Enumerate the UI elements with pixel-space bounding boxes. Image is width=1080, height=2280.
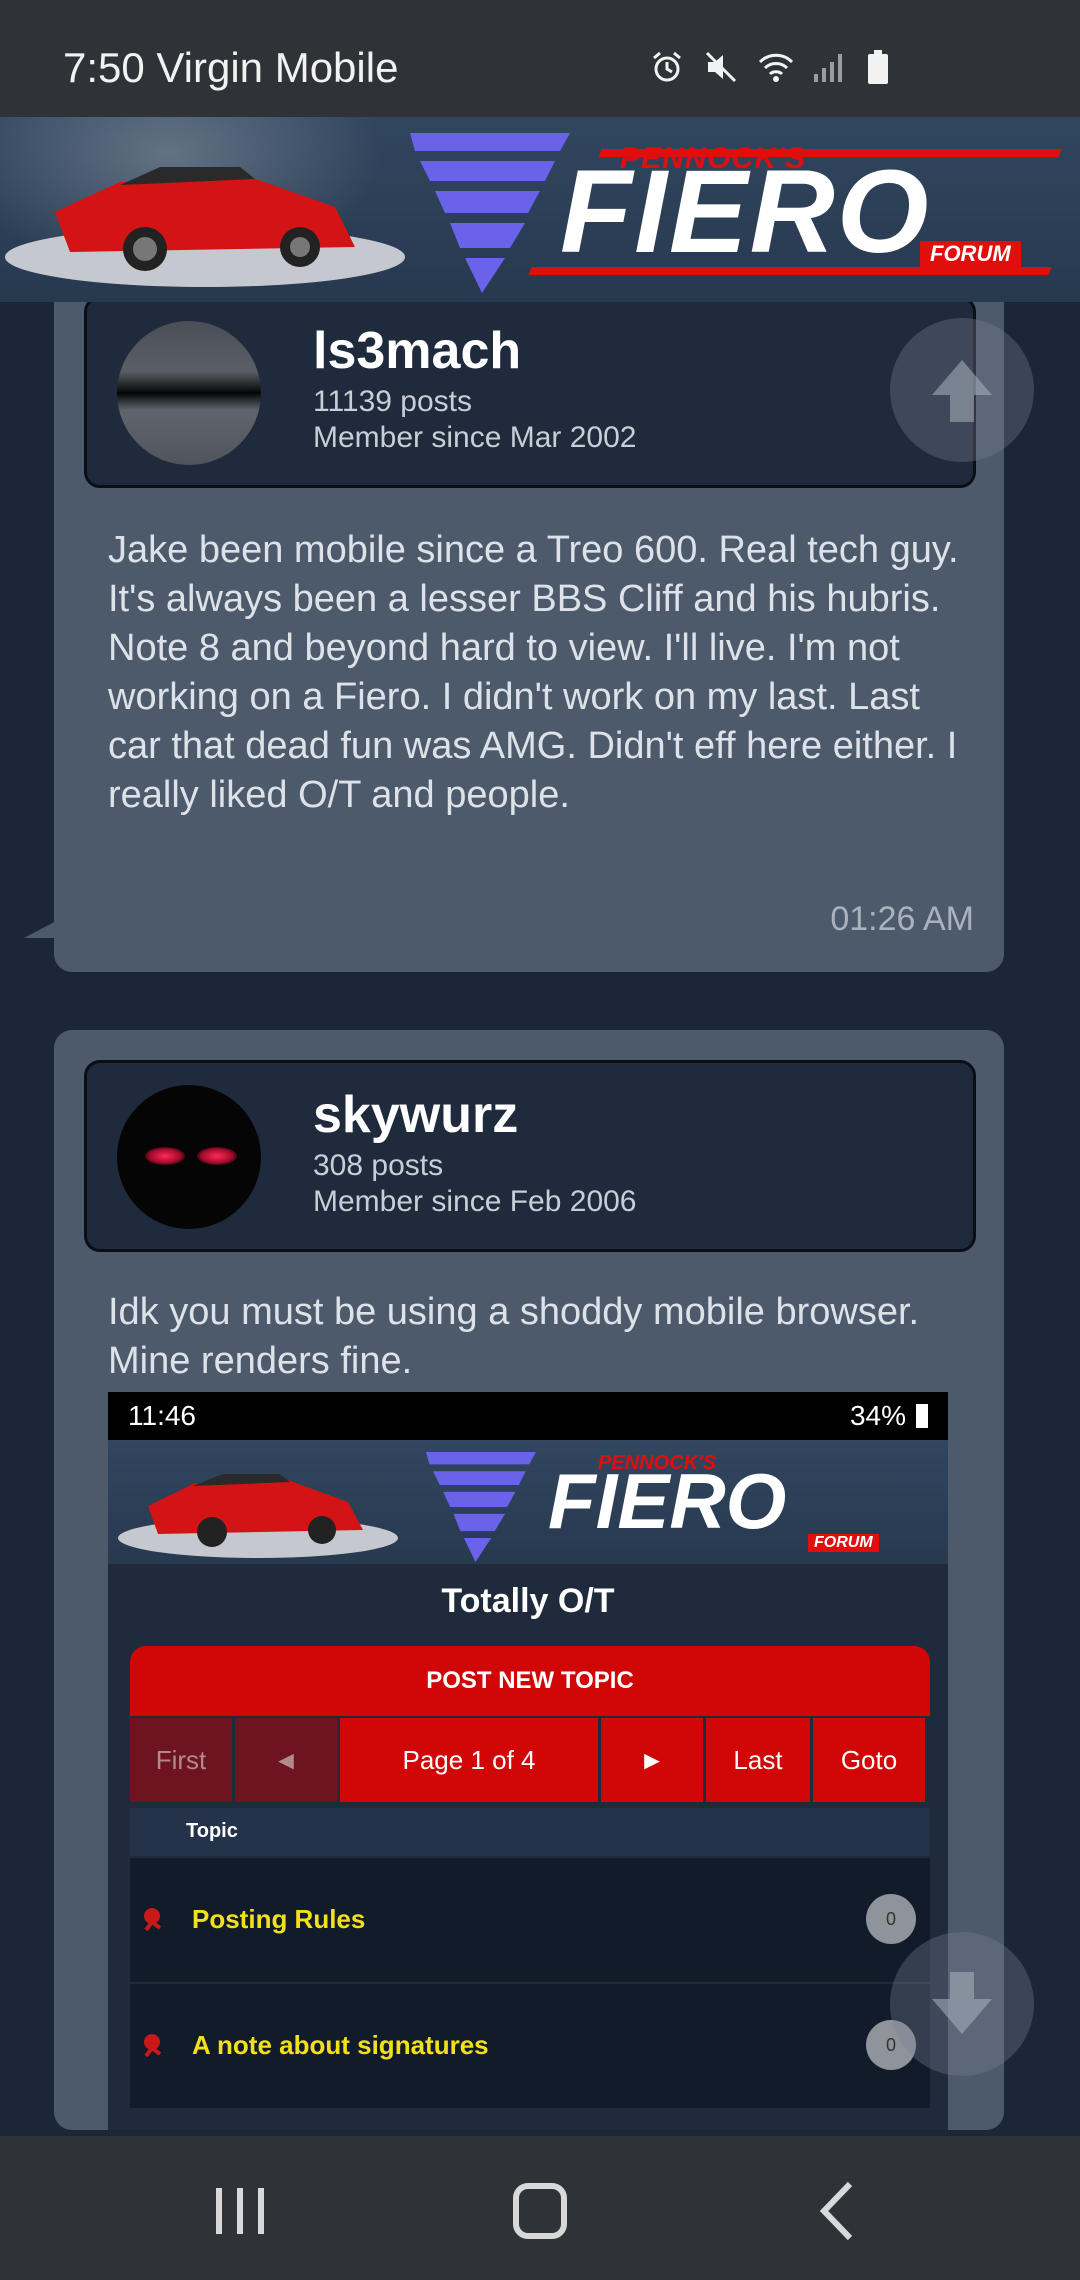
post-tail xyxy=(24,920,58,938)
embedded-brand-forum: FORUM xyxy=(808,1534,879,1552)
member-since: Member since Mar 2002 xyxy=(313,421,637,454)
embedded-topic-header: Topic xyxy=(130,1808,930,1856)
embedded-pager-first: First xyxy=(130,1718,232,1802)
scroll-down-button[interactable] xyxy=(890,1932,1034,2076)
embedded-page-title: Totally O/T xyxy=(441,1582,615,1620)
embedded-topic-title: A note about signatures xyxy=(192,2030,489,2060)
mute-icon xyxy=(704,50,738,84)
embedded-topic-title: Posting Rules xyxy=(192,1904,366,1934)
status-icons xyxy=(650,50,900,84)
topic-status-icon xyxy=(144,1908,162,1932)
embedded-pager-goto: Goto xyxy=(813,1718,925,1802)
signal-icon xyxy=(812,50,846,84)
navigation-bar xyxy=(0,2136,1080,2280)
member-since: Member since Feb 2006 xyxy=(313,1185,637,1218)
battery-icon xyxy=(866,50,900,84)
scroll-up-button[interactable] xyxy=(890,318,1034,462)
user-post-count: 308 posts xyxy=(313,1149,444,1182)
embedded-pager-page: Page 1 of 4 xyxy=(340,1718,598,1802)
car-logo-icon xyxy=(5,167,405,287)
home-icon[interactable] xyxy=(500,2176,580,2246)
embedded-status-time: 11:46 xyxy=(128,1400,196,1431)
avatar[interactable] xyxy=(117,1085,261,1229)
username[interactable]: ls3mach xyxy=(313,321,521,381)
embedded-topic-row: A note about signatures 0 xyxy=(130,1984,930,2110)
embedded-pager-next: ► xyxy=(601,1718,703,1802)
brand-fiero: FIERO xyxy=(560,146,931,278)
embedded-fiero-logo-icon xyxy=(426,1452,536,1562)
post-card: skywurz 308 posts Member since Feb 2006 … xyxy=(54,1030,1004,2130)
brand-forum: FORUM xyxy=(920,241,1021,267)
status-time-carrier: 7:50 Virgin Mobile xyxy=(63,44,399,91)
alarm-icon xyxy=(650,50,684,84)
embedded-topic-row: Posting Rules 0 xyxy=(130,1858,930,1984)
embedded-brand-fiero: FIERO xyxy=(548,1457,787,1545)
topic-status-icon xyxy=(144,2034,162,2058)
embedded-reply-count-badge: 0 xyxy=(866,1894,916,1944)
embedded-battery-icon xyxy=(916,1404,928,1428)
username[interactable]: skywurz xyxy=(313,1085,518,1145)
embedded-pager-prev: ◄ xyxy=(235,1718,337,1802)
embedded-status-bar: 11:46 34% xyxy=(108,1392,948,1440)
embedded-battery-text: 34% xyxy=(849,1400,906,1431)
user-post-count: 11139 posts xyxy=(313,385,473,418)
embedded-topic-header-label: Topic xyxy=(186,1820,238,1842)
embedded-forum-header: PENNOCK'S FIERO FORUM xyxy=(108,1440,948,1564)
post-text: Jake been mobile since a Treo 600. Real … xyxy=(108,529,959,816)
status-bar: 7:50 Virgin Mobile xyxy=(0,0,1080,117)
wifi-icon xyxy=(758,50,794,84)
embedded-screenshot[interactable]: 11:46 34% PENNOCK'S FIERO FORUM Totally … xyxy=(108,1392,948,2130)
embedded-pager-last: Last xyxy=(706,1718,810,1802)
arrow-up-icon xyxy=(932,360,992,422)
back-icon[interactable] xyxy=(800,2176,880,2246)
forum-header[interactable]: PENNOCK'S FIERO FORUM xyxy=(0,117,1080,302)
embedded-post-new-topic-button: POST NEW TOPIC xyxy=(130,1646,930,1716)
post-card: ls3mach 11139 posts Member since Mar 200… xyxy=(54,240,1004,972)
arrow-down-icon xyxy=(932,1972,992,2034)
embedded-car-logo-icon xyxy=(118,1474,398,1558)
embedded-pager: First ◄ Page 1 of 4 ► Last Goto xyxy=(130,1718,930,1802)
recent-apps-icon[interactable] xyxy=(200,2176,280,2246)
user-card[interactable]: skywurz 308 posts Member since Feb 2006 xyxy=(84,1060,976,1252)
user-card[interactable]: ls3mach 11139 posts Member since Mar 200… xyxy=(84,296,976,488)
post-time: 01:26 AM xyxy=(830,900,974,938)
avatar[interactable] xyxy=(117,321,261,465)
post-text: Idk you must be using a shoddy mobile br… xyxy=(108,1291,920,1382)
